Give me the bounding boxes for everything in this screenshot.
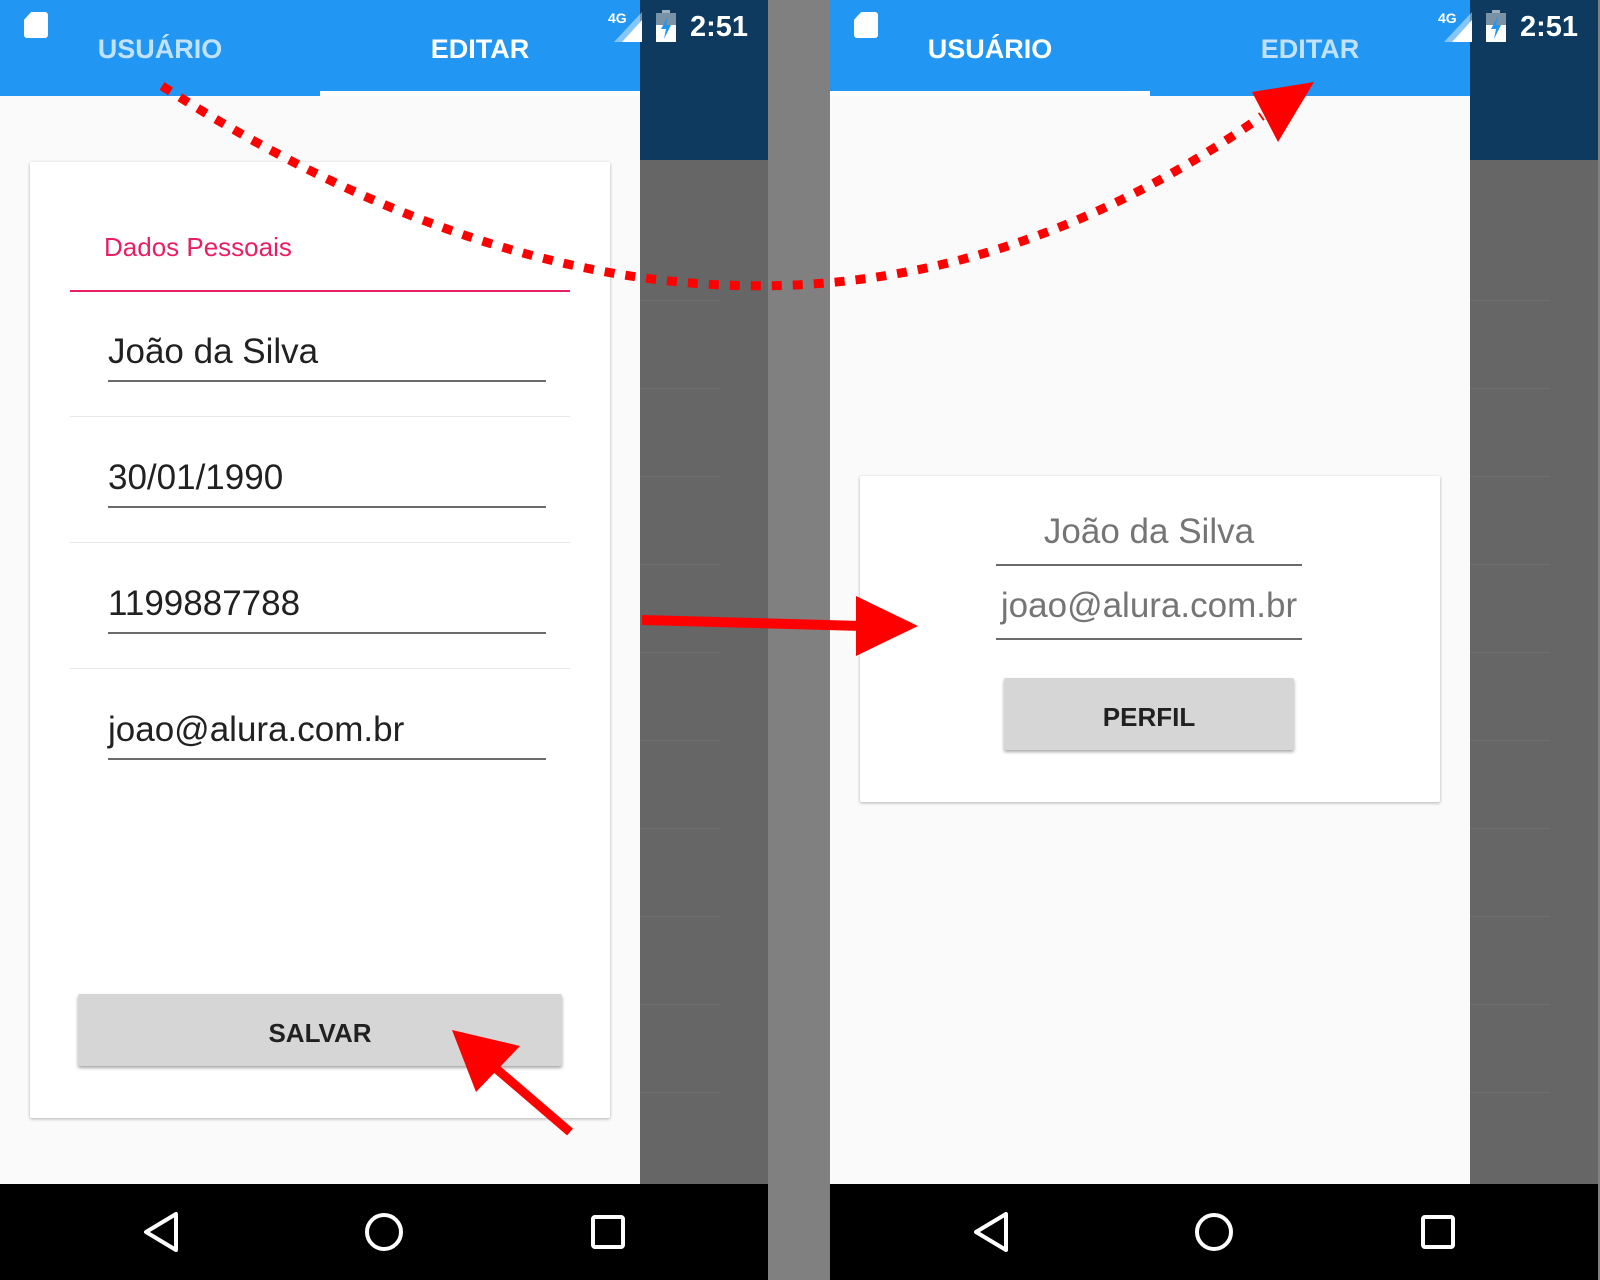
- status-icons: 4G 2:51: [608, 8, 768, 48]
- recents-square-icon[interactable]: [1408, 1202, 1468, 1262]
- home-circle-icon[interactable]: [1184, 1202, 1244, 1262]
- save-button-label: SALVAR: [268, 1018, 372, 1048]
- back-triangle-icon[interactable]: [132, 1202, 192, 1262]
- tab-edit-label: EDITAR: [430, 34, 530, 64]
- birth-date-field-value: 30/01/1990: [108, 458, 284, 497]
- background-list-dividers: [1470, 300, 1550, 1100]
- name-field-value: João da Silva: [108, 332, 319, 371]
- tab-user[interactable]: USUÁRIO: [830, 0, 1150, 96]
- edit-card: Dados Pessoais João da Silva 30/01/1990 …: [30, 162, 610, 1118]
- signal-icon: [614, 12, 642, 42]
- tab-user[interactable]: USUÁRIO: [0, 0, 320, 96]
- app-window: USUÁRIO EDITAR Dados Pessoais João da Si…: [0, 0, 640, 1184]
- row-divider: [70, 542, 570, 543]
- profile-name-value: João da Silva: [1043, 512, 1255, 551]
- save-button[interactable]: SALVAR: [78, 994, 562, 1066]
- app-window: USUÁRIO EDITAR João da Silva joao@alura.…: [830, 0, 1470, 1184]
- email-field-value: joao@alura.com.br: [108, 710, 405, 749]
- tab-user-label: USUÁRIO: [927, 34, 1053, 64]
- phone-edit-screen: USUÁRIO EDITAR Dados Pessoais João da Si…: [0, 0, 768, 1280]
- email-field-underline: [108, 758, 546, 760]
- profile-name-field: João da Silva: [996, 510, 1302, 566]
- battery-icon: [656, 10, 676, 42]
- tab-edit[interactable]: EDITAR: [320, 0, 640, 96]
- system-nav-bar: [830, 1184, 1598, 1280]
- tab-edit[interactable]: EDITAR: [1150, 0, 1470, 96]
- background-list-dividers: [640, 300, 720, 1100]
- section-divider: [70, 290, 570, 292]
- profile-name-underline: [996, 564, 1302, 566]
- phone-field-underline: [108, 632, 546, 634]
- name-field-underline: [108, 380, 546, 382]
- profile-card: João da Silva joao@alura.com.br PERFIL: [860, 476, 1440, 802]
- profile-email-value: joao@alura.com.br: [1000, 586, 1298, 625]
- status-icons: 4G 2:51: [1438, 8, 1598, 48]
- profile-button[interactable]: PERFIL: [1004, 678, 1294, 750]
- signal-icon: [1444, 12, 1472, 42]
- phone-field[interactable]: 1199887788: [108, 574, 546, 634]
- battery-icon: [1486, 10, 1506, 42]
- app-bar: USUÁRIO EDITAR: [830, 0, 1470, 96]
- app-bar: USUÁRIO EDITAR: [0, 0, 640, 96]
- comparison-stage: USUÁRIO EDITAR Dados Pessoais João da Si…: [0, 0, 1600, 1280]
- recents-square-icon[interactable]: [578, 1202, 638, 1262]
- row-divider: [70, 668, 570, 669]
- tab-edit-label: EDITAR: [1260, 34, 1360, 64]
- back-triangle-icon[interactable]: [962, 1202, 1022, 1262]
- system-nav-bar: [0, 1184, 768, 1280]
- phone-field-value: 1199887788: [108, 584, 301, 623]
- tab-indicator: [320, 91, 640, 96]
- profile-button-label: PERFIL: [1102, 702, 1196, 732]
- phone-profile-screen: USUÁRIO EDITAR João da Silva joao@alura.…: [830, 0, 1598, 1280]
- tab-indicator: [830, 91, 1150, 96]
- profile-email-field: joao@alura.com.br: [996, 584, 1302, 640]
- home-circle-icon[interactable]: [354, 1202, 414, 1262]
- section-title: Dados Pessoais: [104, 232, 292, 262]
- birth-date-field-underline: [108, 506, 546, 508]
- name-field[interactable]: João da Silva: [108, 322, 546, 382]
- email-field[interactable]: joao@alura.com.br: [108, 700, 546, 760]
- row-divider: [70, 416, 570, 417]
- birth-date-field[interactable]: 30/01/1990: [108, 448, 546, 508]
- tab-user-label: USUÁRIO: [97, 34, 223, 64]
- profile-email-underline: [996, 638, 1302, 640]
- clock: 2:51: [1520, 11, 1579, 43]
- clock: 2:51: [690, 11, 749, 43]
